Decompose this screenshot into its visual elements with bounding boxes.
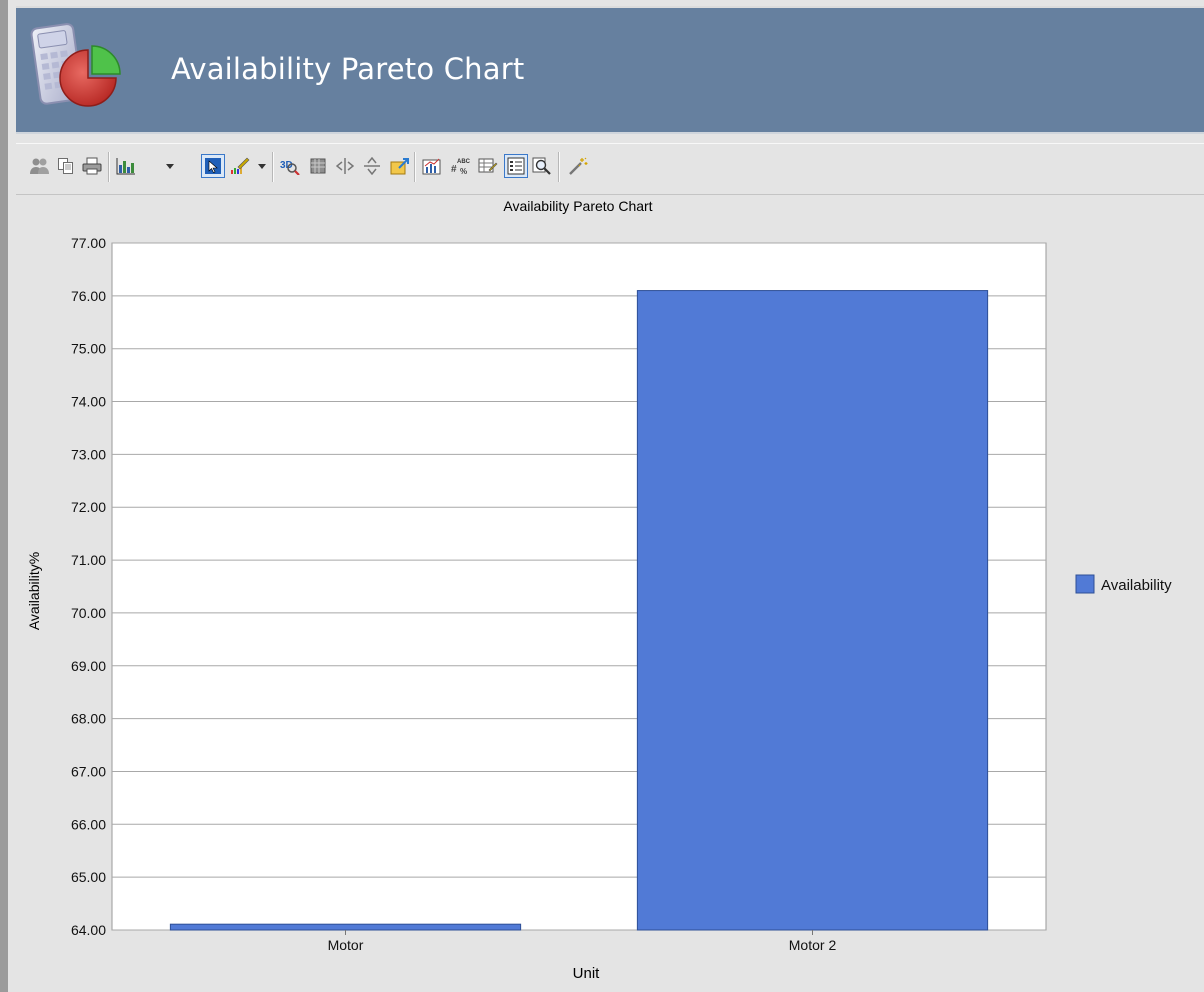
data-table-icon[interactable] <box>476 154 500 178</box>
chart-properties-icon[interactable] <box>420 154 444 178</box>
x-tick-label: Motor <box>328 937 364 953</box>
y-tick-label: 67.00 <box>71 763 106 779</box>
data-labels-icon[interactable]: ABC #% <box>448 154 472 178</box>
y-tick-label: 74.00 <box>71 394 106 410</box>
wizard-icon[interactable] <box>566 154 590 178</box>
dropdown-arrow-icon[interactable] <box>258 164 266 169</box>
legend-swatch <box>1075 574 1095 594</box>
3d-toggle-icon[interactable]: 3D <box>278 154 302 178</box>
header-banner: Availability Pareto Chart <box>16 6 1204 134</box>
legend-icon[interactable] <box>504 154 528 178</box>
y-tick-label: 69.00 <box>71 658 106 674</box>
y-tick-label: 73.00 <box>71 446 106 462</box>
chart-type-icon[interactable] <box>114 154 138 178</box>
x-tick-label: Motor 2 <box>789 937 837 953</box>
x-axis-title: Unit <box>573 965 601 982</box>
svg-text:ABC: ABC <box>457 159 470 165</box>
y-tick-label: 72.00 <box>71 499 106 515</box>
svg-text:3D: 3D <box>280 160 293 171</box>
plot-area: 77.00 76.00 75.00 74.00 73.00 72.00 71.00 70.00… <box>71 235 1047 953</box>
print-icon[interactable] <box>80 154 104 178</box>
y-axis-title: Availability% <box>26 552 42 630</box>
people-icon[interactable] <box>28 154 52 178</box>
toolbar-separator <box>558 152 560 182</box>
dropdown-arrow-icon[interactable] <box>166 164 174 169</box>
copy-icon[interactable] <box>54 154 78 178</box>
y-tick-label: 76.00 <box>71 288 106 304</box>
app-window: Availability Pareto Chart 3D ABC #% Availa… <box>0 0 1204 992</box>
y-tick-label: 71.00 <box>71 552 106 568</box>
y-tick-label: 77.00 <box>71 235 106 251</box>
legend: Availability <box>1075 574 1172 594</box>
legend-label: Availability <box>1101 577 1172 594</box>
svg-text:#: # <box>451 164 457 175</box>
page-title: Availability Pareto Chart <box>171 52 525 86</box>
chart-title: Availability Pareto Chart <box>503 198 652 214</box>
horizontal-split-icon[interactable] <box>360 154 384 178</box>
toolbar-separator <box>108 152 110 182</box>
y-tick-label: 70.00 <box>71 605 106 621</box>
y-tick-label: 75.00 <box>71 341 106 357</box>
calculator-pie-chart-icon <box>26 20 126 120</box>
grid-icon[interactable] <box>306 154 330 178</box>
zoom-icon[interactable] <box>530 154 554 178</box>
export-icon[interactable] <box>388 154 412 178</box>
bar-chart: Availability Pareto Chart 77.00 76.00 75.0… <box>26 198 1172 982</box>
bar[interactable] <box>169 923 522 931</box>
palette-icon[interactable] <box>228 154 252 178</box>
bar[interactable] <box>636 290 989 931</box>
chart-toolbar: 3D ABC #% <box>16 143 1204 195</box>
y-tick-label: 68.00 <box>71 711 106 727</box>
svg-text:%: % <box>460 167 467 175</box>
toolbar-separator <box>272 152 274 182</box>
y-tick-label: 66.00 <box>71 816 106 832</box>
vertical-split-icon[interactable] <box>333 154 357 178</box>
pointer-select-icon[interactable] <box>201 154 225 178</box>
y-tick-label: 64.00 <box>71 922 106 938</box>
y-tick-label: 65.00 <box>71 869 106 885</box>
toolbar-separator <box>414 152 416 182</box>
